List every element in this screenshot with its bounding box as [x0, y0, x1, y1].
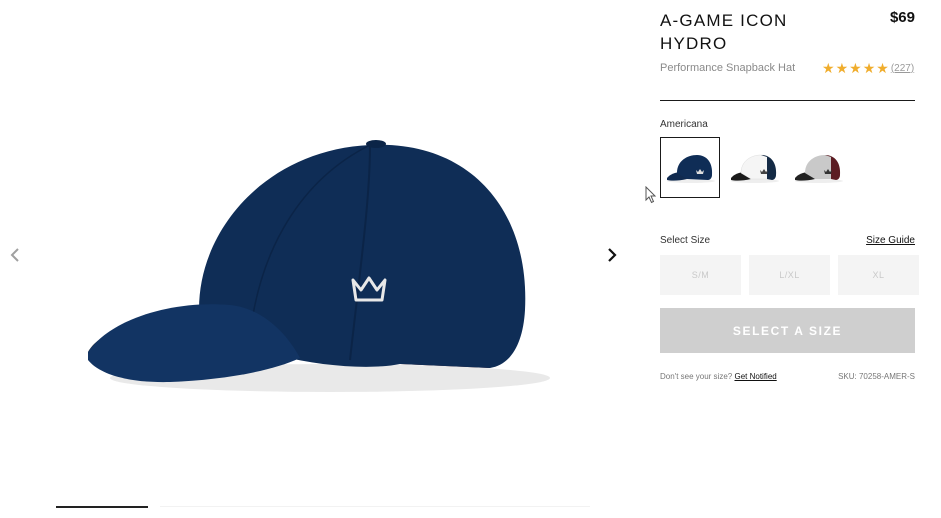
product-details-panel: A-GAME ICON HYDRO $69 Performance Snapba… — [660, 0, 919, 518]
mouse-cursor-icon — [645, 186, 657, 204]
star-icon: ★ — [822, 60, 835, 76]
header-divider — [660, 100, 915, 101]
swatch-white-navy[interactable] — [724, 137, 784, 198]
availability-row: Don't see your size? Get Notified SKU: 7… — [660, 372, 915, 381]
size-option-l-xl[interactable]: L/XL — [749, 255, 830, 295]
product-gallery — [0, 0, 635, 518]
star-icon: ★ — [876, 60, 889, 76]
chevron-left-icon — [10, 248, 19, 262]
notify-text: Don't see your size? — [660, 372, 733, 381]
select-size-button[interactable]: SELECT A SIZE — [660, 308, 915, 353]
chevron-right-icon — [608, 248, 617, 262]
notify-prompt: Don't see your size? Get Notified — [660, 372, 777, 381]
swatch-navy[interactable] — [660, 137, 720, 198]
hat-thumbnail-white-navy — [731, 154, 779, 183]
get-notified-link[interactable]: Get Notified — [734, 372, 776, 381]
color-name-label: Americana — [660, 119, 708, 130]
review-count-link[interactable]: (227) — [891, 63, 914, 74]
product-rating[interactable]: ★ ★ ★ ★ ★ (227) — [822, 61, 914, 75]
rating-stars: ★ ★ ★ ★ ★ — [822, 61, 889, 75]
gallery-active-indicator[interactable] — [56, 506, 148, 508]
size-guide-link[interactable]: Size Guide — [866, 235, 915, 246]
star-icon: ★ — [835, 60, 849, 76]
hat-thumbnail-gray-maroon — [795, 154, 843, 183]
gallery-indicator-track — [160, 506, 590, 507]
product-title: A-GAME ICON HYDRO — [660, 11, 788, 53]
star-icon: ★ — [862, 60, 876, 76]
color-swatches — [660, 137, 848, 198]
product-image-hat — [88, 140, 550, 392]
previous-image-button[interactable] — [3, 240, 27, 270]
product-subtitle: Performance Snapback Hat — [660, 62, 796, 74]
hat-thumbnail-navy — [667, 154, 715, 183]
select-size-label: Select Size — [660, 235, 711, 246]
next-image-button[interactable] — [600, 240, 624, 270]
sku-label: SKU: 70258-AMER-S — [838, 372, 915, 381]
size-options: S/M L/XL XL — [660, 255, 919, 295]
size-option-xl[interactable]: XL — [838, 255, 919, 295]
size-option-s-m[interactable]: S/M — [660, 255, 741, 295]
star-icon: ★ — [849, 60, 862, 76]
swatch-gray-maroon[interactable] — [788, 137, 848, 198]
product-price: $69 — [889, 9, 915, 26]
